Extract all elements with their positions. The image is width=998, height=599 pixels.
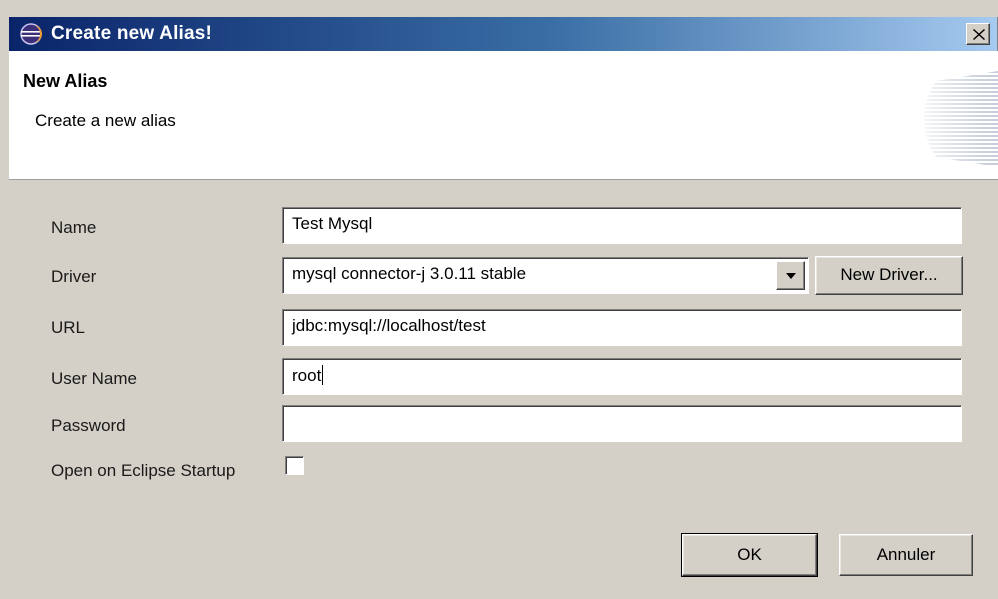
user-name-label: User Name	[51, 369, 137, 388]
close-button[interactable]	[966, 23, 990, 45]
ok-label: OK	[737, 545, 762, 564]
driver-label: Driver	[51, 267, 97, 286]
banner-title: New Alias	[23, 71, 108, 91]
password-input[interactable]	[282, 405, 962, 442]
cancel-label: Annuler	[876, 545, 936, 564]
eclipse-icon	[20, 23, 42, 45]
password-label: Password	[51, 416, 126, 435]
chevron-down-icon	[786, 273, 796, 279]
user-name-value: root	[292, 366, 322, 385]
driver-dropdown-button[interactable]	[776, 261, 805, 290]
startup-label: Open on Eclipse Startup	[51, 461, 236, 480]
title-bar[interactable]: Create new Alias!	[9, 17, 998, 51]
close-icon	[973, 29, 985, 40]
name-input[interactable]: Test Mysql	[282, 207, 962, 244]
create-alias-dialog: Create new Alias! New Alias Create a new…	[0, 0, 998, 599]
header-banner: New Alias Create a new alias	[9, 51, 998, 180]
text-caret	[322, 365, 324, 385]
wizard-banner-graphic	[924, 71, 998, 167]
driver-selected-value: mysql connector-j 3.0.11 stable	[292, 264, 527, 283]
new-driver-button[interactable]: New Driver...	[815, 256, 963, 295]
name-label: Name	[51, 218, 97, 237]
url-label: URL	[51, 318, 86, 337]
url-value: jdbc:mysql://localhost/test	[292, 316, 486, 335]
user-name-input[interactable]: root	[282, 358, 962, 395]
driver-select[interactable]: mysql connector-j 3.0.11 stable	[282, 257, 809, 294]
banner-subtitle: Create a new alias	[35, 111, 176, 130]
url-input[interactable]: jdbc:mysql://localhost/test	[282, 309, 962, 346]
cancel-button[interactable]: Annuler	[839, 534, 973, 576]
startup-checkbox[interactable]	[285, 456, 304, 475]
ok-button[interactable]: OK	[681, 533, 818, 577]
new-driver-label: New Driver...	[840, 265, 938, 284]
window-title: Create new Alias!	[51, 23, 213, 44]
name-value: Test Mysql	[292, 214, 373, 233]
